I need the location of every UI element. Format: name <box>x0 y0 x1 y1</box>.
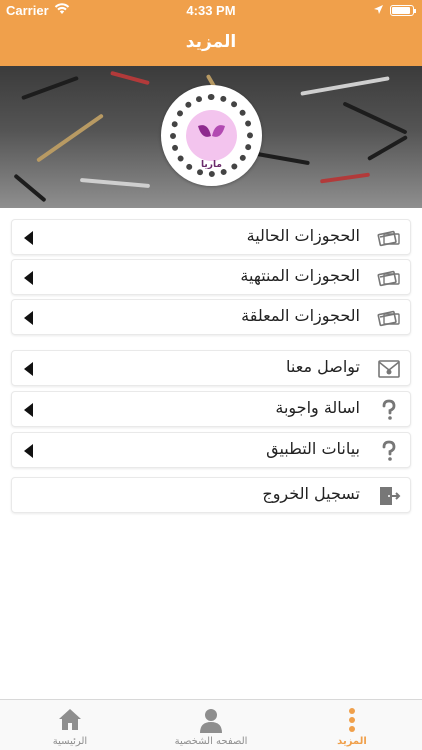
envelope-icon <box>377 357 401 381</box>
chevron-left-icon <box>24 231 33 245</box>
tab-bar: الرئيسية الصفحه الشخصية المزيد <box>0 699 422 750</box>
menu-item-label: الحجوزات الحالية <box>246 226 360 245</box>
tab-label: الصفحه الشخصية <box>174 736 248 747</box>
tab-label: الرئيسية <box>52 736 88 747</box>
menu-item-label: اسالة واجوبة <box>275 398 360 417</box>
chevron-left-icon <box>24 444 33 458</box>
person-icon <box>196 706 226 734</box>
card-icon <box>377 226 401 250</box>
card-icon <box>377 306 401 330</box>
question-icon <box>377 439 401 463</box>
battery-icon <box>390 5 416 16</box>
butterfly-logo-icon <box>198 125 225 137</box>
tab-more[interactable]: المزيد <box>282 700 422 750</box>
tab-label: المزيد <box>337 736 367 747</box>
tab-home[interactable]: الرئيسية <box>0 700 140 750</box>
menu-item-label: الحجوزات المعلقة <box>241 306 360 325</box>
chevron-left-icon <box>24 403 33 417</box>
chevron-left-icon <box>24 311 33 325</box>
chevron-left-icon <box>24 362 33 376</box>
menu-item-contact-us[interactable]: تواصل معنا <box>11 350 411 386</box>
menu-item-logout[interactable]: تسجيل الخروج <box>11 477 411 513</box>
chevron-left-icon <box>24 271 33 285</box>
menu-item-pending-bookings[interactable]: الحجوزات المعلقة <box>11 299 411 335</box>
tab-profile[interactable]: الصفحه الشخصية <box>141 700 281 750</box>
status-bar: Carrier 4:33 PM <box>0 0 422 22</box>
menu-item-label: الحجوزات المنتهية <box>240 266 360 285</box>
menu-item-label: بيانات التطبيق <box>266 439 360 458</box>
home-icon <box>55 706 85 734</box>
menu-item-faq[interactable]: اسالة واجوبة <box>11 391 411 427</box>
menu-item-label: تسجيل الخروج <box>262 484 360 503</box>
page-title: المزيد <box>185 32 237 52</box>
menu-item-app-info[interactable]: بيانات التطبيق <box>11 432 411 468</box>
logout-icon <box>377 484 401 508</box>
more-dots-icon <box>337 706 367 734</box>
menu-item-current-bookings[interactable]: الحجوزات الحالية <box>11 219 411 255</box>
menu-item-ended-bookings[interactable]: الحجوزات المنتهية <box>11 259 411 295</box>
profile-avatar[interactable]: ماريا <box>161 85 262 186</box>
logo-text: ماريا <box>201 160 222 170</box>
menu-item-label: تواصل معنا <box>286 357 360 376</box>
status-time: 4:33 PM <box>186 3 236 18</box>
card-icon <box>377 266 401 290</box>
question-icon <box>377 398 401 422</box>
logo-badge <box>186 110 237 161</box>
location-arrow-icon <box>373 4 384 19</box>
